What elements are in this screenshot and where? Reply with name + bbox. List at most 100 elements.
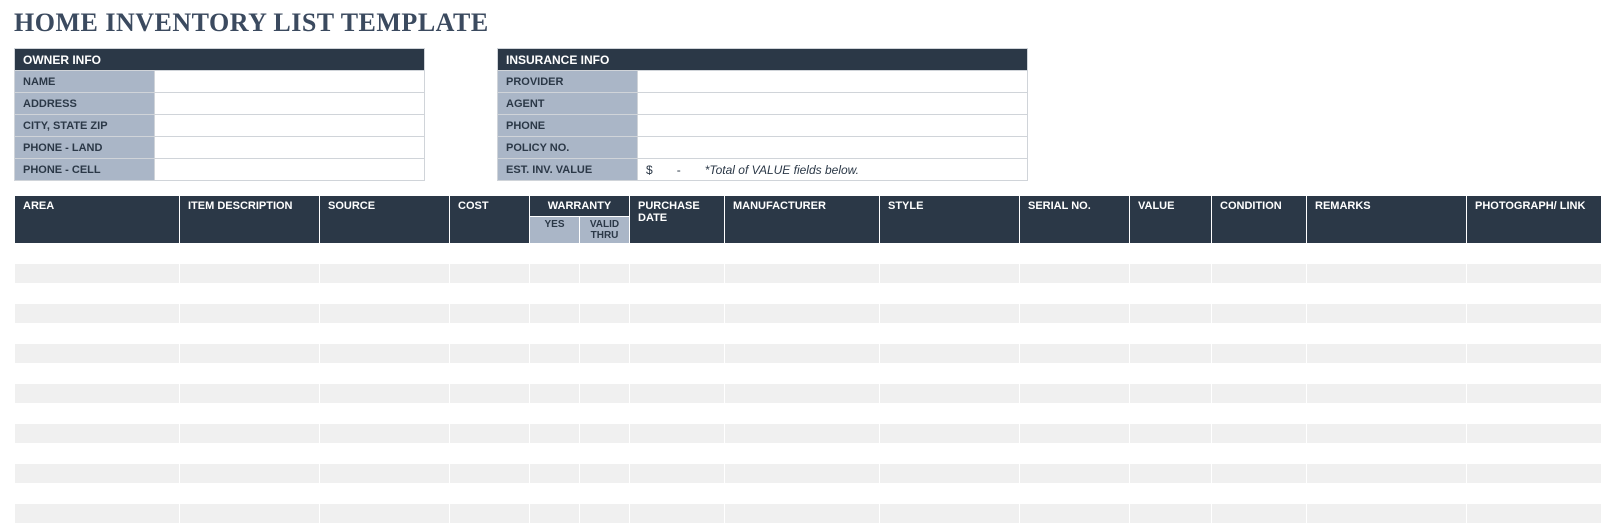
table-cell[interactable] — [725, 304, 880, 324]
table-cell[interactable] — [15, 444, 180, 464]
table-cell[interactable] — [180, 484, 320, 504]
table-cell[interactable] — [880, 464, 1020, 484]
table-cell[interactable] — [725, 424, 880, 444]
table-cell[interactable] — [1130, 344, 1212, 364]
table-cell[interactable] — [1130, 324, 1212, 344]
table-cell[interactable] — [1212, 264, 1307, 284]
table-cell[interactable] — [1307, 304, 1467, 324]
table-cell[interactable] — [530, 364, 580, 384]
table-cell[interactable] — [725, 384, 880, 404]
table-cell[interactable] — [580, 244, 630, 264]
table-cell[interactable] — [1467, 264, 1602, 284]
table-cell[interactable] — [880, 384, 1020, 404]
table-cell[interactable] — [450, 384, 530, 404]
table-cell[interactable] — [450, 364, 530, 384]
table-cell[interactable] — [320, 324, 450, 344]
table-cell[interactable] — [1467, 244, 1602, 264]
table-cell[interactable] — [320, 244, 450, 264]
table-cell[interactable] — [880, 444, 1020, 464]
table-cell[interactable] — [180, 384, 320, 404]
table-cell[interactable] — [630, 504, 725, 524]
table-cell[interactable] — [1467, 344, 1602, 364]
table-cell[interactable] — [320, 504, 450, 524]
table-cell[interactable] — [1130, 304, 1212, 324]
table-cell[interactable] — [880, 304, 1020, 324]
table-cell[interactable] — [1307, 344, 1467, 364]
table-cell[interactable] — [1467, 284, 1602, 304]
table-cell[interactable] — [320, 364, 450, 384]
table-cell[interactable] — [1307, 404, 1467, 424]
table-cell[interactable] — [1307, 384, 1467, 404]
table-cell[interactable] — [180, 264, 320, 284]
table-cell[interactable] — [180, 444, 320, 464]
table-cell[interactable] — [530, 304, 580, 324]
table-cell[interactable] — [1307, 484, 1467, 504]
table-cell[interactable] — [1020, 484, 1130, 504]
table-cell[interactable] — [530, 464, 580, 484]
table-cell[interactable] — [530, 324, 580, 344]
table-cell[interactable] — [880, 424, 1020, 444]
table-cell[interactable] — [180, 344, 320, 364]
table-cell[interactable] — [450, 464, 530, 484]
table-cell[interactable] — [320, 424, 450, 444]
table-cell[interactable] — [880, 244, 1020, 264]
owner-citystatezip-value[interactable] — [155, 115, 425, 137]
table-cell[interactable] — [580, 404, 630, 424]
table-cell[interactable] — [725, 264, 880, 284]
table-cell[interactable] — [630, 424, 725, 444]
table-cell[interactable] — [180, 324, 320, 344]
table-cell[interactable] — [180, 464, 320, 484]
table-cell[interactable] — [1130, 364, 1212, 384]
table-cell[interactable] — [580, 464, 630, 484]
table-cell[interactable] — [580, 444, 630, 464]
table-cell[interactable] — [1020, 324, 1130, 344]
table-cell[interactable] — [320, 444, 450, 464]
table-cell[interactable] — [1212, 384, 1307, 404]
table-cell[interactable] — [450, 304, 530, 324]
table-cell[interactable] — [15, 424, 180, 444]
table-cell[interactable] — [320, 344, 450, 364]
table-cell[interactable] — [1130, 404, 1212, 424]
table-cell[interactable] — [630, 364, 725, 384]
table-cell[interactable] — [450, 344, 530, 364]
table-cell[interactable] — [530, 504, 580, 524]
table-cell[interactable] — [320, 464, 450, 484]
table-cell[interactable] — [1467, 464, 1602, 484]
table-cell[interactable] — [580, 484, 630, 504]
table-cell[interactable] — [450, 444, 530, 464]
table-cell[interactable] — [630, 344, 725, 364]
table-cell[interactable] — [880, 344, 1020, 364]
table-cell[interactable] — [1467, 404, 1602, 424]
table-cell[interactable] — [1212, 484, 1307, 504]
table-cell[interactable] — [450, 284, 530, 304]
table-cell[interactable] — [1212, 404, 1307, 424]
table-cell[interactable] — [630, 484, 725, 504]
table-cell[interactable] — [1467, 384, 1602, 404]
table-cell[interactable] — [880, 484, 1020, 504]
table-cell[interactable] — [1020, 364, 1130, 384]
table-cell[interactable] — [1130, 384, 1212, 404]
table-cell[interactable] — [880, 364, 1020, 384]
table-cell[interactable] — [1307, 504, 1467, 524]
table-cell[interactable] — [630, 284, 725, 304]
owner-phone-land-value[interactable] — [155, 137, 425, 159]
table-cell[interactable] — [725, 464, 880, 484]
table-cell[interactable] — [1212, 444, 1307, 464]
table-cell[interactable] — [15, 404, 180, 424]
table-cell[interactable] — [1467, 424, 1602, 444]
table-cell[interactable] — [1212, 344, 1307, 364]
insurance-provider-value[interactable] — [638, 71, 1028, 93]
table-cell[interactable] — [450, 484, 530, 504]
insurance-policyno-value[interactable] — [638, 137, 1028, 159]
table-cell[interactable] — [320, 404, 450, 424]
table-cell[interactable] — [580, 424, 630, 444]
table-cell[interactable] — [1212, 304, 1307, 324]
table-cell[interactable] — [15, 304, 180, 324]
table-cell[interactable] — [1130, 264, 1212, 284]
table-cell[interactable] — [1020, 344, 1130, 364]
table-cell[interactable] — [725, 364, 880, 384]
table-cell[interactable] — [580, 504, 630, 524]
table-cell[interactable] — [1467, 304, 1602, 324]
insurance-phone-value[interactable] — [638, 115, 1028, 137]
table-cell[interactable] — [630, 324, 725, 344]
